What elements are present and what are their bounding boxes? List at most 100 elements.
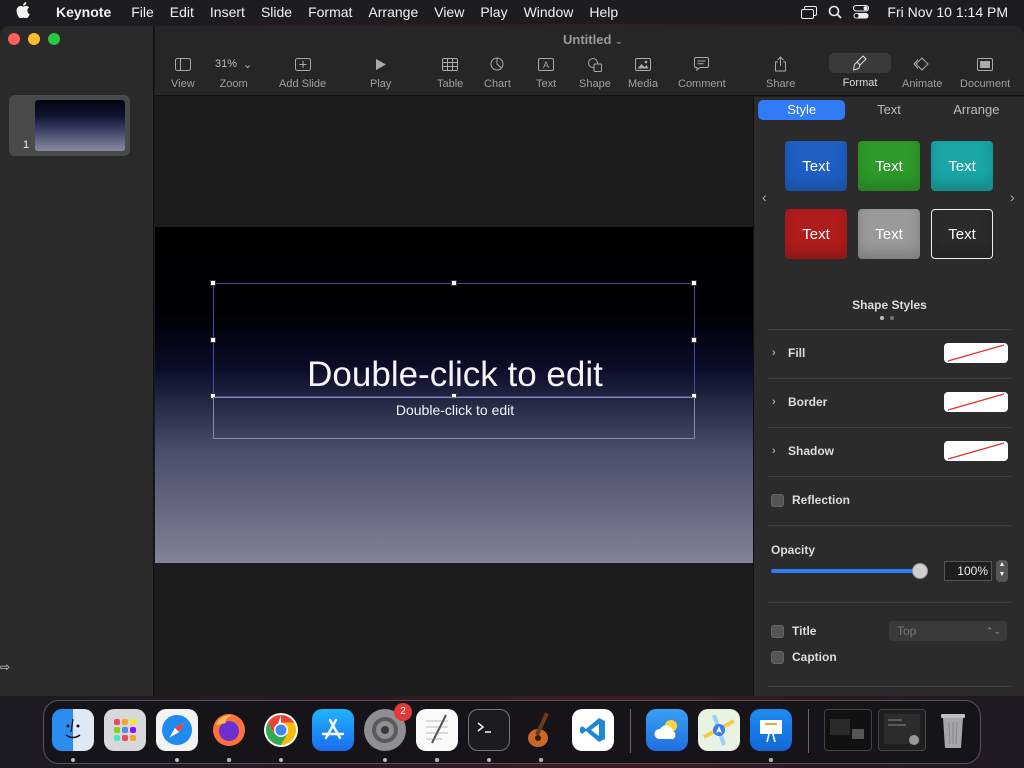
- table-button[interactable]: Table: [437, 54, 463, 90]
- shadow-row[interactable]: › Shadow: [754, 439, 1024, 463]
- tab-style[interactable]: Style: [758, 100, 846, 120]
- animate-button[interactable]: Animate: [902, 54, 942, 90]
- title-checkbox[interactable]: [771, 624, 784, 638]
- window-switch-icon[interactable]: [801, 5, 818, 19]
- vscode-icon[interactable]: [572, 709, 614, 751]
- system-settings-icon[interactable]: 2: [364, 703, 412, 751]
- menubar-clock[interactable]: Fri Nov 10 1:14 PM: [887, 4, 1008, 20]
- inspector-tabs: Style Text Arrange: [758, 100, 1020, 120]
- style-tile-green[interactable]: Text: [858, 141, 920, 191]
- resize-handle[interactable]: [210, 337, 216, 343]
- style-tile-gray[interactable]: Text: [858, 209, 920, 259]
- fill-color-well[interactable]: [944, 343, 1008, 363]
- slide-thumbnail-1[interactable]: 1: [9, 95, 130, 156]
- menu-format[interactable]: Format: [300, 4, 360, 20]
- media-button[interactable]: Media: [628, 54, 658, 90]
- title-placeholder[interactable]: Double-click to edit: [214, 355, 696, 395]
- shadow-color-well[interactable]: [944, 441, 1008, 461]
- document-button[interactable]: Document: [960, 54, 1010, 90]
- opacity-stepper[interactable]: ▲ ▼: [996, 560, 1008, 582]
- finder-icon[interactable]: [52, 709, 94, 751]
- menu-edit[interactable]: Edit: [162, 4, 202, 20]
- menu-play[interactable]: Play: [472, 4, 515, 20]
- subtitle-text-box[interactable]: Double-click to edit: [213, 397, 695, 439]
- menu-view[interactable]: View: [426, 4, 472, 20]
- shape-button[interactable]: Shape: [579, 54, 611, 90]
- fullscreen-window-button[interactable]: [48, 33, 60, 45]
- zoom-button[interactable]: 31% ⌄ Zoom: [215, 54, 252, 90]
- fill-row[interactable]: › Fill: [754, 341, 1024, 365]
- menu-insert[interactable]: Insert: [202, 4, 253, 20]
- opacity-slider-track[interactable]: [771, 569, 921, 573]
- launchpad-icon[interactable]: [104, 709, 146, 751]
- divider: [768, 476, 1011, 477]
- tab-text[interactable]: Text: [845, 100, 932, 120]
- resize-handle[interactable]: [691, 280, 697, 286]
- minimize-window-button[interactable]: [28, 33, 40, 45]
- keynote-icon[interactable]: [750, 709, 792, 751]
- title-position-value: Top: [897, 624, 917, 638]
- style-tile-red[interactable]: Text: [785, 209, 847, 259]
- title-text-box[interactable]: Double-click to edit: [210, 280, 697, 399]
- menu-window[interactable]: Window: [516, 4, 582, 20]
- menu-slide[interactable]: Slide: [253, 4, 300, 20]
- reflection-checkbox[interactable]: [771, 493, 784, 507]
- resize-handle[interactable]: [691, 337, 697, 343]
- slide-canvas[interactable]: Double-click to edit Double-click to edi…: [155, 97, 753, 696]
- title-position-select[interactable]: Top ⌃⌄: [889, 621, 1007, 641]
- app-store-icon[interactable]: [312, 709, 354, 751]
- subtitle-placeholder[interactable]: Double-click to edit: [214, 402, 696, 418]
- view-button[interactable]: View: [171, 54, 195, 90]
- style-tile-teal[interactable]: Text: [931, 141, 993, 191]
- apple-menu-icon[interactable]: [16, 2, 36, 22]
- window-preview[interactable]: [824, 709, 872, 751]
- media-icon: [634, 54, 651, 74]
- caption-row[interactable]: Caption: [754, 645, 1024, 669]
- resize-handle[interactable]: [451, 280, 457, 286]
- menu-file[interactable]: File: [123, 4, 162, 20]
- style-tile-blue[interactable]: Text: [785, 141, 847, 191]
- menu-help[interactable]: Help: [581, 4, 626, 20]
- window-preview[interactable]: [878, 709, 926, 751]
- firefox-icon[interactable]: [208, 709, 250, 751]
- maps-icon[interactable]: [698, 709, 740, 751]
- share-button[interactable]: Share: [766, 54, 795, 90]
- reflection-row[interactable]: Reflection: [754, 488, 1024, 512]
- comment-button[interactable]: Comment: [678, 54, 726, 90]
- chevron-right-icon[interactable]: ›: [772, 445, 782, 457]
- garageband-icon[interactable]: [520, 709, 562, 751]
- close-window-button[interactable]: [8, 33, 20, 45]
- style-tile-outline[interactable]: Text: [931, 209, 993, 259]
- opacity-field[interactable]: 100%: [944, 561, 992, 581]
- spotlight-search-icon[interactable]: [827, 5, 843, 19]
- weather-icon[interactable]: [646, 709, 688, 751]
- safari-icon[interactable]: [156, 709, 198, 751]
- chevron-right-icon[interactable]: ›: [1010, 189, 1015, 205]
- caption-checkbox[interactable]: [771, 650, 784, 664]
- slide[interactable]: Double-click to edit Double-click to edi…: [155, 227, 753, 563]
- border-row[interactable]: › Border: [754, 390, 1024, 414]
- page-dots[interactable]: [880, 316, 894, 320]
- chart-button[interactable]: Chart: [484, 54, 511, 90]
- document-title[interactable]: Untitled ⌄: [563, 32, 623, 47]
- play-icon: [375, 54, 387, 74]
- resize-handle[interactable]: [210, 280, 216, 286]
- border-color-well[interactable]: [944, 392, 1008, 412]
- trash-icon[interactable]: [932, 709, 974, 751]
- text-button[interactable]: A Text: [536, 54, 556, 90]
- control-center-icon[interactable]: [853, 5, 870, 19]
- chevron-right-icon[interactable]: ›: [772, 396, 782, 408]
- app-menu[interactable]: Keynote: [48, 4, 119, 20]
- tab-arrange[interactable]: Arrange: [933, 100, 1020, 120]
- textedit-icon[interactable]: [416, 709, 458, 751]
- opacity-slider-knob[interactable]: [912, 563, 928, 579]
- add-slide-button[interactable]: Add Slide: [279, 54, 326, 90]
- format-button[interactable]: Format: [829, 53, 891, 89]
- chrome-icon[interactable]: [260, 709, 302, 751]
- play-button[interactable]: Play: [370, 54, 391, 90]
- terminal-icon[interactable]: [468, 709, 510, 751]
- zoom-select[interactable]: 31% ⌄: [215, 54, 252, 74]
- chevron-right-icon[interactable]: ›: [772, 347, 782, 359]
- chevron-left-icon[interactable]: ‹: [762, 189, 767, 205]
- menu-arrange[interactable]: Arrange: [360, 4, 426, 20]
